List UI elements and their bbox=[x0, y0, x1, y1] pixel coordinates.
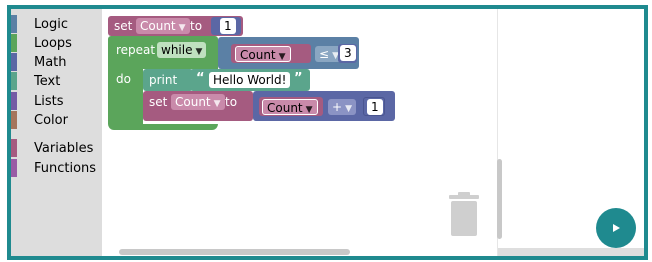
operator-value: + bbox=[332, 100, 343, 114]
toolbox-category-loops[interactable]: Loops bbox=[11, 34, 72, 52]
dropdown-arrow-icon: ▼ bbox=[278, 52, 286, 62]
category-label: Text bbox=[34, 73, 61, 89]
close-quote-icon: ” bbox=[294, 71, 303, 86]
variable-dropdown[interactable]: Count ▼ bbox=[235, 46, 291, 62]
compare-block[interactable]: Count ▼ ≤ ▼ 3 bbox=[218, 37, 359, 69]
set-variable-block[interactable]: set Count ▼ to bbox=[143, 91, 253, 121]
toolbox-category-text[interactable]: Text bbox=[11, 72, 60, 90]
category-color-swatch bbox=[11, 159, 17, 177]
dropdown-arrow-icon: ▼ bbox=[178, 23, 186, 33]
set-variable-block[interactable]: set Count ▼ to 1 bbox=[108, 16, 243, 36]
trash-icon[interactable] bbox=[447, 192, 481, 237]
print-keyword: print bbox=[149, 73, 178, 87]
variable-getter-block[interactable]: Count ▼ bbox=[231, 44, 311, 63]
variable-name: Count bbox=[175, 95, 211, 109]
number-input[interactable]: 1 bbox=[367, 99, 383, 115]
print-block[interactable]: print bbox=[143, 69, 193, 91]
number-input[interactable]: 3 bbox=[340, 45, 356, 61]
dropdown-arrow-icon: ▼ bbox=[305, 105, 313, 115]
variable-dropdown[interactable]: Count ▼ bbox=[136, 18, 190, 34]
operator-value: ≤ bbox=[319, 47, 330, 61]
toolbox-category-lists[interactable]: Lists bbox=[11, 92, 64, 110]
category-color-swatch bbox=[11, 111, 17, 129]
toolbox-category-functions[interactable]: Functions bbox=[11, 159, 96, 177]
play-icon bbox=[613, 224, 620, 232]
category-label: Lists bbox=[34, 93, 64, 109]
variable-dropdown[interactable]: Count ▼ bbox=[262, 99, 318, 115]
toolbox: Logic Loops Math Text Lists Color Variab… bbox=[11, 9, 102, 256]
category-label: Functions bbox=[34, 160, 97, 176]
dropdown-arrow-icon: ▼ bbox=[345, 104, 352, 114]
arithmetic-block[interactable]: Count ▼ + ▼ 1 bbox=[253, 91, 395, 121]
category-color-swatch bbox=[11, 72, 17, 90]
toolbox-category-logic[interactable]: Logic bbox=[11, 15, 68, 33]
category-label: Variables bbox=[34, 140, 94, 156]
repeat-keyword: repeat bbox=[116, 43, 156, 57]
vertical-scrollbar[interactable] bbox=[497, 159, 502, 239]
do-keyword: do bbox=[116, 72, 131, 86]
variable-name: Count bbox=[240, 48, 276, 62]
category-color-swatch bbox=[11, 139, 17, 157]
variable-dropdown[interactable]: Count ▼ bbox=[171, 94, 225, 110]
open-quote-icon: “ bbox=[196, 71, 205, 86]
output-pane-footer bbox=[498, 248, 644, 256]
variable-getter-block[interactable]: Count ▼ bbox=[259, 97, 323, 116]
text-block[interactable]: “ Hello World! ” bbox=[190, 69, 310, 91]
category-label: Loops bbox=[34, 35, 72, 51]
category-color-swatch bbox=[11, 34, 17, 52]
set-keyword: set bbox=[114, 19, 133, 33]
operator-dropdown[interactable]: + ▼ bbox=[328, 99, 356, 115]
dropdown-arrow-icon: ▼ bbox=[195, 47, 203, 57]
blockly-editor: Logic Loops Math Text Lists Color Variab… bbox=[7, 5, 648, 260]
category-label: Math bbox=[34, 54, 67, 70]
set-keyword: set bbox=[149, 95, 168, 109]
variable-name: Count bbox=[267, 101, 303, 115]
text-input[interactable]: Hello World! bbox=[209, 72, 291, 88]
to-keyword: to bbox=[225, 95, 238, 109]
toolbox-category-color[interactable]: Color bbox=[11, 111, 68, 129]
category-label: Color bbox=[34, 112, 68, 128]
category-color-swatch bbox=[11, 15, 17, 33]
toolbox-category-variables[interactable]: Variables bbox=[11, 139, 93, 157]
number-input[interactable]: 1 bbox=[220, 18, 236, 34]
number-block[interactable]: 1 bbox=[363, 97, 385, 116]
horizontal-scrollbar[interactable] bbox=[119, 249, 350, 255]
variable-name: Count bbox=[140, 19, 176, 33]
number-block[interactable]: 3 bbox=[338, 44, 357, 63]
toolbox-category-math[interactable]: Math bbox=[11, 53, 67, 71]
category-label: Logic bbox=[34, 16, 68, 32]
number-block[interactable]: 1 bbox=[211, 17, 241, 35]
category-color-swatch bbox=[11, 53, 17, 71]
loop-mode-value: while bbox=[161, 43, 193, 57]
dropdown-arrow-icon: ▼ bbox=[213, 99, 221, 109]
loop-mode-dropdown[interactable]: while ▼ bbox=[157, 42, 207, 58]
category-color-swatch bbox=[11, 92, 17, 110]
to-keyword: to bbox=[190, 19, 203, 33]
run-button[interactable] bbox=[596, 208, 636, 248]
